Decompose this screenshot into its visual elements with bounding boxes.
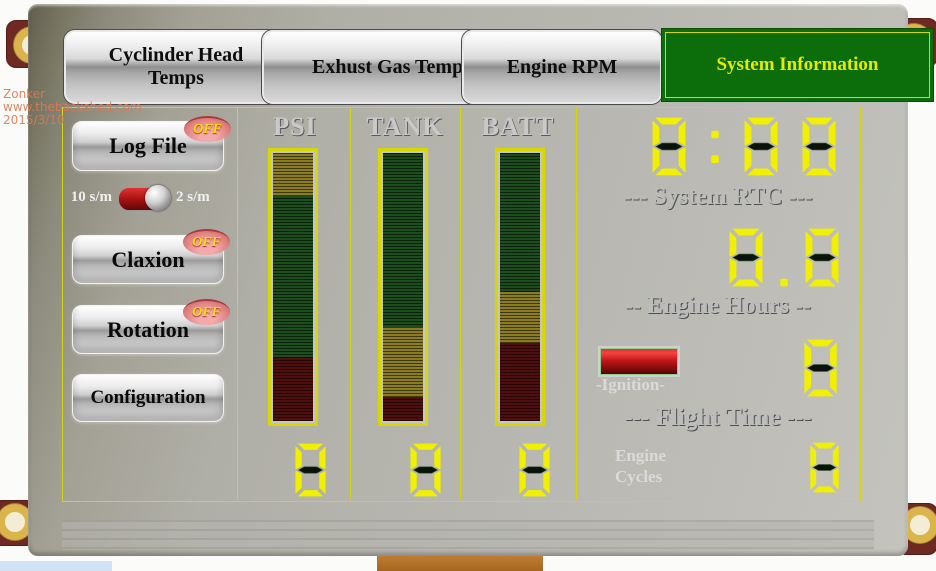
engine-cycles-display <box>808 442 841 493</box>
tab-engine-rpm[interactable]: Engine RPM <box>462 30 662 104</box>
separator <box>576 108 577 500</box>
log-file-status-badge: OFF <box>184 116 231 142</box>
batt-gauge-title: BATT <box>460 112 576 142</box>
tab-label: Exhust Gas Temps <box>312 56 471 79</box>
toggle-knob[interactable] <box>145 185 171 211</box>
gauge-zone-maroon <box>273 357 313 421</box>
flight-time-display <box>796 339 845 397</box>
tank-value-display <box>408 443 443 497</box>
button-label: Log File <box>109 133 187 159</box>
tank-bar-gauge <box>378 148 428 426</box>
bezel-ridge <box>62 520 874 550</box>
engine-hours-label: -- Engine Hours -- <box>580 293 856 320</box>
tab-label: System Information <box>716 54 878 76</box>
ignition-indicator-led <box>598 346 680 377</box>
separator <box>237 108 238 500</box>
batt-value-display <box>517 443 552 497</box>
psi-gauge-title: PSI <box>240 112 350 142</box>
gauge-zone-green <box>500 153 540 292</box>
gauge-zone-green <box>273 196 313 357</box>
tab-label: Cyclinder Head Temps <box>80 44 272 90</box>
ignition-label: -Ignition- <box>596 375 665 395</box>
tab-label: Engine RPM <box>507 56 618 79</box>
gauge-zone-olive <box>500 292 540 343</box>
tank-gauge-title: TANK <box>350 112 460 142</box>
gauge-zone-olive <box>383 327 423 397</box>
system-rtc-label: --- System RTC --- <box>580 184 856 211</box>
gauge-zone-maroon <box>500 343 540 421</box>
claxion-status-badge: OFF <box>183 229 230 255</box>
button-label: Rotation <box>107 317 189 343</box>
batt-bar-gauge <box>495 148 545 426</box>
touchscreen-display-module: Zonker www.thebackshed.com 2015/3/10 Cyc… <box>0 0 936 571</box>
engine-hours-display <box>722 228 846 287</box>
button-label: Configuration <box>90 387 205 409</box>
gauge-zone-maroon <box>383 397 423 421</box>
flight-time-label: --- Flight Time --- <box>580 404 856 432</box>
configuration-button[interactable]: Configuration <box>72 374 224 422</box>
engine-cycles-label-line2: Cycles <box>615 467 662 487</box>
tab-system-information[interactable]: System Information <box>661 28 934 102</box>
watermark: Zonker www.thebackshed.com 2015/3/10 <box>3 88 142 127</box>
toggle-label-10spm: 10 s/m <box>66 189 112 206</box>
gauge-zone-olive <box>273 153 313 196</box>
button-label: Claxion <box>111 247 184 273</box>
rotation-status-badge: OFF <box>183 299 230 325</box>
table-edge <box>0 561 112 571</box>
separator <box>350 108 351 500</box>
gauge-zone-green <box>383 153 423 327</box>
engine-cycles-label-line1: Engine <box>615 446 666 466</box>
separator <box>460 108 461 500</box>
log-rate-toggle[interactable] <box>118 187 170 211</box>
system-rtc-display <box>645 117 843 176</box>
toggle-label-2spm: 2 s/m <box>176 189 210 206</box>
psi-value-display <box>293 443 328 497</box>
psi-bar-gauge <box>268 148 318 426</box>
